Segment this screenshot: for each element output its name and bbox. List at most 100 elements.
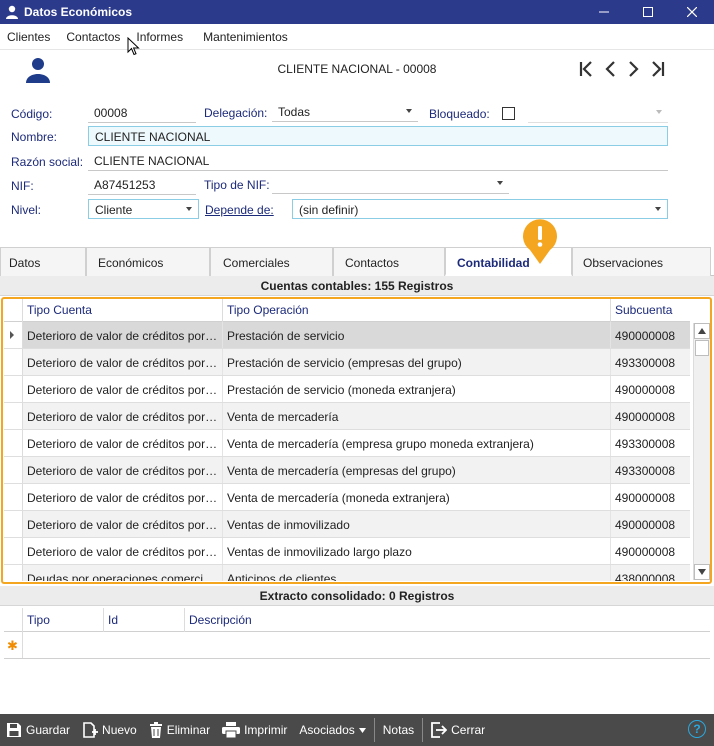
cell-tipo-cuenta[interactable]: Deterioro de valor de créditos por ... <box>23 457 223 483</box>
tab-economicos[interactable]: Económicos <box>86 247 210 276</box>
first-record-icon[interactable] <box>575 57 597 81</box>
cell-subcuenta[interactable]: 490000008 <box>611 376 690 402</box>
table-row[interactable]: Deterioro de valor de créditos por ... Ve… <box>4 430 690 457</box>
col-tipo-cuenta[interactable]: Tipo Cuenta <box>23 299 223 322</box>
chevron-down-icon <box>358 727 366 733</box>
table-row[interactable]: Deterioro de valor de créditos por ... Ve… <box>4 457 690 484</box>
razon-social-field[interactable]: CLIENTE NACIONAL <box>88 151 668 171</box>
cell-tipo-cuenta[interactable]: Deterioro de valor de créditos por ... <box>23 349 223 375</box>
row-indicator[interactable] <box>4 511 23 537</box>
depende-de-link[interactable]: Depende de: <box>205 203 274 217</box>
row-indicator[interactable] <box>4 457 23 483</box>
row-indicator[interactable] <box>4 565 23 581</box>
menu-mantenimientos[interactable]: Mantenimientos <box>191 30 296 44</box>
cell-tipo-cuenta[interactable]: Deterioro de valor de créditos por ... <box>23 484 223 510</box>
scroll-down-button[interactable] <box>694 564 710 580</box>
row-indicator[interactable] <box>4 538 23 564</box>
codigo-field[interactable]: 00008 <box>88 103 196 123</box>
cell-tipo-operacion[interactable]: Venta de mercadería <box>223 403 611 429</box>
cell-tipo-operacion[interactable]: Prestación de servicio (moneda extranjer… <box>223 376 611 402</box>
cell-tipo-operacion[interactable]: Prestación de servicio (empresas del gru… <box>223 349 611 375</box>
cuentas-scrollbar[interactable] <box>693 323 710 580</box>
tipo-nif-select[interactable] <box>272 174 509 194</box>
tab-observaciones[interactable]: Observaciones <box>572 247 711 276</box>
table-row[interactable]: Deterioro de valor de créditos por ... Pr… <box>4 376 690 403</box>
cell-tipo-operacion[interactable]: Venta de mercadería (moneda extranjera) <box>223 484 611 510</box>
cell-tipo-cuenta[interactable]: Deterioro de valor de créditos por ... <box>23 430 223 456</box>
cell-tipo-operacion[interactable]: Ventas de inmovilizado <box>223 511 611 537</box>
nuevo-button[interactable]: Nuevo <box>76 714 143 746</box>
delegacion-select[interactable]: Todas <box>272 102 418 122</box>
cell-tipo-operacion[interactable]: Ventas de inmovilizado largo plazo <box>223 538 611 564</box>
scroll-up-button[interactable] <box>694 323 710 339</box>
cell-tipo-cuenta[interactable]: Deterioro de valor de créditos por ... <box>23 322 223 348</box>
help-icon[interactable]: ? <box>688 720 706 738</box>
nombre-field[interactable]: CLIENTE NACIONAL <box>88 126 668 146</box>
cell-tipo-cuenta[interactable]: Deterioro de valor de créditos por ... <box>23 511 223 537</box>
cuentas-section: Cuentas contables: 155 Registros <box>0 276 714 296</box>
bloqueado-checkbox[interactable] <box>502 107 515 120</box>
row-indicator[interactable] <box>4 376 23 402</box>
row-indicator[interactable] <box>4 484 23 510</box>
table-row[interactable]: Deterioro de valor de créditos por ... Pr… <box>4 322 690 349</box>
row-indicator[interactable] <box>4 403 23 429</box>
exit-icon <box>431 722 448 738</box>
cell-subcuenta[interactable]: 490000008 <box>611 511 690 537</box>
cell-subcuenta[interactable]: 490000008 <box>611 538 690 564</box>
last-record-icon[interactable] <box>647 57 669 81</box>
scroll-thumb[interactable] <box>695 340 709 356</box>
tab-comerciales[interactable]: Comerciales <box>210 247 333 276</box>
table-row[interactable]: Deudas por operaciones comerciales... Ant… <box>4 565 690 581</box>
table-row[interactable]: Deterioro de valor de créditos por ... Pr… <box>4 349 690 376</box>
row-indicator[interactable] <box>4 349 23 375</box>
cell-subcuenta[interactable]: 438000008 <box>611 565 690 581</box>
menu-contactos[interactable]: Contactos <box>58 30 128 44</box>
row-indicator[interactable] <box>4 430 23 456</box>
cell-subcuenta[interactable]: 490000008 <box>611 322 690 348</box>
cell-tipo-operacion[interactable]: Anticipos de clientes <box>223 565 611 581</box>
eliminar-button[interactable]: Eliminar <box>143 714 216 746</box>
cell-tipo-operacion[interactable]: Prestación de servicio <box>223 322 611 348</box>
tab-datos[interactable]: Datos <box>0 247 86 276</box>
imprimir-button[interactable]: Imprimir <box>216 714 293 746</box>
table-row[interactable]: Deterioro de valor de créditos por ... Ve… <box>4 403 690 430</box>
col-id[interactable]: Id <box>104 608 185 632</box>
cell-tipo-cuenta[interactable]: Deudas por operaciones comerciales... <box>23 565 223 581</box>
guardar-button[interactable]: Guardar <box>0 714 76 746</box>
minimize-button[interactable] <box>582 0 626 24</box>
previous-record-icon[interactable] <box>599 57 621 81</box>
nivel-select[interactable]: Cliente <box>88 199 199 219</box>
cell-subcuenta[interactable]: 493300008 <box>611 349 690 375</box>
close-button[interactable] <box>670 0 714 24</box>
cell-subcuenta[interactable]: 490000008 <box>611 484 690 510</box>
col-tipo[interactable]: Tipo <box>23 608 104 632</box>
cell-tipo-cuenta[interactable]: Deterioro de valor de créditos por ... <box>23 538 223 564</box>
col-subcuenta[interactable]: Subcuenta <box>611 299 690 322</box>
cell-subcuenta[interactable]: 493300008 <box>611 457 690 483</box>
next-record-icon[interactable] <box>623 57 645 81</box>
table-row[interactable]: Deterioro de valor de créditos por ... Ve… <box>4 511 690 538</box>
cell-tipo-operacion[interactable]: Venta de mercadería (empresa grupo moned… <box>223 430 611 456</box>
maximize-button[interactable] <box>626 0 670 24</box>
asociados-menu[interactable]: Asociados <box>293 714 371 746</box>
nif-field[interactable]: A87451253 <box>88 175 196 195</box>
cell-tipo-cuenta[interactable]: Deterioro de valor de créditos por ... <box>23 403 223 429</box>
cell-tipo-operacion[interactable]: Venta de mercadería (empresas del grupo) <box>223 457 611 483</box>
table-row[interactable]: Deterioro de valor de créditos por ... Ve… <box>4 484 690 511</box>
new-row[interactable]: ✱ <box>4 632 710 659</box>
col-tipo-operacion[interactable]: Tipo Operación <box>223 299 611 322</box>
menu-clientes[interactable]: Clientes <box>0 30 58 44</box>
row-indicator[interactable] <box>4 322 23 348</box>
extracto-section: Extracto consolidado: 0 Registros <box>0 586 714 606</box>
cell-tipo-cuenta[interactable]: Deterioro de valor de créditos por ... <box>23 376 223 402</box>
cerrar-button[interactable]: Cerrar <box>425 714 491 746</box>
guardar-label: Guardar <box>26 723 71 737</box>
title-bar: Datos Económicos <box>0 0 714 24</box>
table-row[interactable]: Deterioro de valor de créditos por ... Ve… <box>4 538 690 565</box>
tab-contactos[interactable]: Contactos <box>333 247 445 276</box>
notas-button[interactable]: Notas <box>377 714 420 746</box>
cell-subcuenta[interactable]: 490000008 <box>611 403 690 429</box>
col-descripcion[interactable]: Descripción <box>185 608 710 632</box>
cell-subcuenta[interactable]: 493300008 <box>611 430 690 456</box>
depende-de-select[interactable]: (sin definir) <box>292 199 668 219</box>
